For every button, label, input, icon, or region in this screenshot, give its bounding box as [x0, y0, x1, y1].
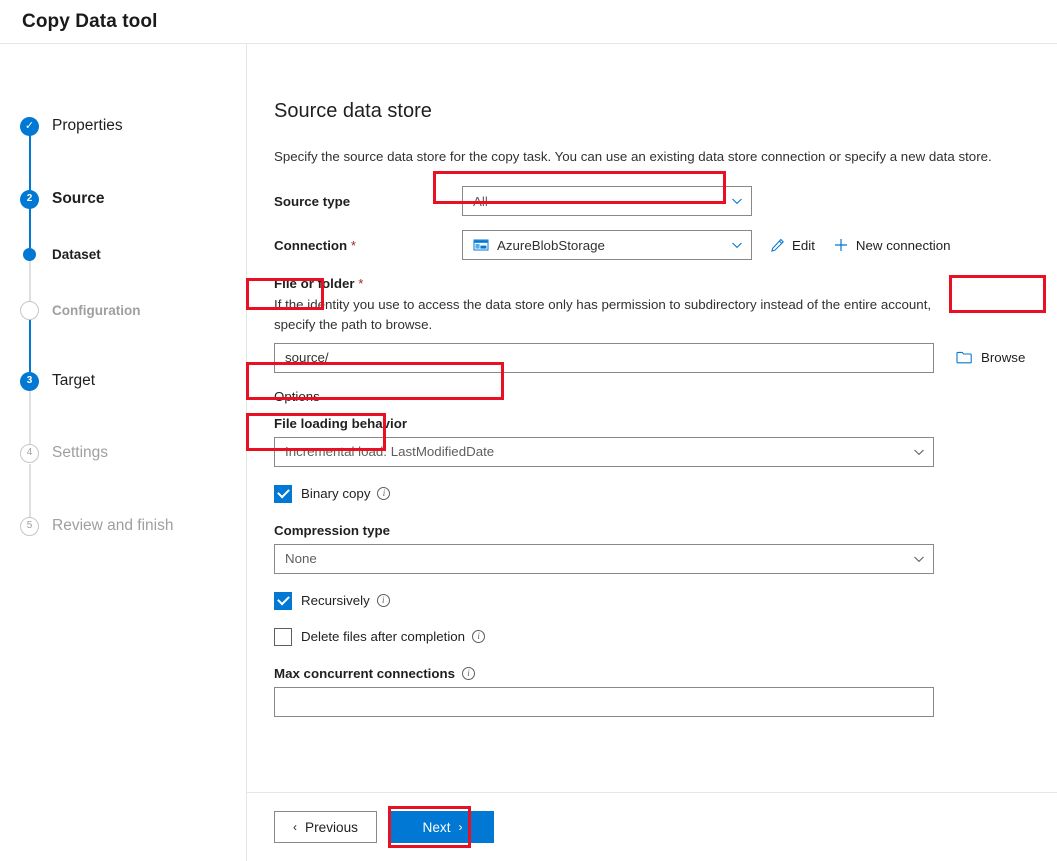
source-type-row: Source type All — [274, 186, 1057, 217]
file-or-folder-row: source/ Browse — [274, 342, 1057, 373]
step-connector-target-settings — [29, 390, 31, 446]
chevron-down-icon — [913, 553, 925, 565]
edit-connection-button[interactable]: Edit — [770, 238, 815, 253]
sidebar-item-settings: 4 Settings — [20, 442, 108, 464]
file-or-folder-value: source/ — [285, 350, 329, 366]
new-connection-label: New connection — [855, 237, 951, 253]
source-type-dropdown[interactable]: All — [462, 186, 752, 217]
main-pane: Source data store Specify the source dat… — [246, 44, 1057, 861]
recursively-row[interactable]: Recursively i — [274, 591, 1057, 610]
edit-connection-label: Edit — [792, 237, 815, 253]
file-loading-behavior-label: File loading behavior — [274, 415, 407, 431]
sidebar-item-label-configuration: Configuration — [52, 302, 141, 318]
info-icon[interactable]: i — [376, 594, 390, 608]
next-button[interactable]: Next › — [391, 811, 494, 843]
step-connector-properties-source — [29, 134, 31, 190]
connection-label-text: Connection — [274, 237, 348, 253]
connection-label: Connection * — [274, 238, 462, 253]
compression-type-label: Compression type — [274, 522, 391, 538]
step-connector-settings-review — [29, 464, 31, 520]
step-number-5: 5 — [20, 516, 39, 536]
sidebar-item-label-source: Source — [52, 190, 105, 207]
window-titlebar: Copy Data tool — [0, 0, 1057, 44]
previous-label: Previous — [305, 819, 358, 835]
file-or-folder-input[interactable]: source/ — [274, 342, 934, 373]
browse-button[interactable]: Browse — [956, 350, 1025, 365]
chevron-right-icon: › — [458, 820, 463, 834]
delete-files-after-completion-row[interactable]: Delete files after completion i — [274, 627, 1057, 646]
dot-icon — [20, 245, 39, 264]
step-connector-configuration-target — [29, 318, 31, 372]
recursively-checkbox[interactable] — [274, 591, 292, 610]
connection-row: Connection * AzureBlobStorage Edit New c… — [274, 230, 1057, 261]
info-icon[interactable]: i — [472, 630, 486, 644]
compression-type-dropdown[interactable]: None — [274, 543, 934, 574]
previous-button[interactable]: ‹ Previous — [274, 811, 377, 843]
sidebar-item-target[interactable]: 3 Target — [20, 370, 95, 392]
sidebar-item-dataset[interactable]: Dataset — [20, 243, 101, 265]
chevron-down-icon — [731, 239, 743, 251]
pencil-icon — [770, 238, 785, 253]
binary-copy-row[interactable]: Binary copy i — [274, 484, 1057, 503]
sidebar-item-properties[interactable]: ✓ Properties — [20, 115, 123, 137]
step-connector-source-dataset — [29, 208, 31, 248]
file-loading-behavior-value: Incremental load: LastModifiedDate — [285, 444, 495, 460]
sidebar-item-review-and-finish: 5 Review and finish — [20, 515, 173, 537]
file-or-folder-help: If the identity you use to access the da… — [274, 297, 932, 332]
chevron-down-icon — [913, 446, 925, 458]
source-type-label: Source type — [274, 193, 351, 209]
source-type-value: All — [473, 193, 488, 209]
step-number-2: 2 — [20, 189, 39, 209]
binary-copy-label: Binary copy — [301, 486, 371, 502]
sidebar-item-label-settings: Settings — [52, 444, 109, 461]
step-number-3: 3 — [20, 371, 39, 391]
connection-required-marker: * — [350, 237, 357, 253]
delete-files-checkbox[interactable] — [274, 627, 292, 646]
source-data-store-form: Source data store Specify the source dat… — [246, 44, 1057, 792]
delete-files-label: Delete files after completion — [301, 629, 466, 645]
compression-type-value: None — [285, 551, 317, 567]
plus-icon — [833, 237, 849, 253]
folder-icon — [956, 350, 973, 365]
azure-blob-storage-icon — [473, 237, 489, 253]
file-or-folder-label-text: File or folder — [274, 276, 355, 292]
max-concurrent-connections-label: Max concurrent connections — [274, 665, 456, 681]
max-concurrent-connections-label-row: Max concurrent connections i — [274, 666, 1057, 681]
sidebar-item-label-dataset: Dataset — [52, 246, 101, 262]
sidebar-item-label-target: Target — [52, 372, 96, 389]
file-or-folder-label: File or folder * — [274, 276, 1057, 291]
sidebar-item-configuration: Configuration — [20, 299, 140, 321]
info-icon[interactable]: i — [462, 666, 476, 680]
app-shell: ✓ Properties 2 Source Dataset Configurat… — [0, 44, 1057, 861]
file-or-folder-required-marker: * — [358, 276, 364, 292]
sidebar-item-source[interactable]: 2 Source — [20, 188, 105, 210]
step-connector-dataset-configuration — [29, 260, 31, 302]
next-button-wrap: Next › — [377, 806, 494, 848]
wizard-steps-rail: ✓ Properties 2 Source Dataset Configurat… — [0, 44, 247, 861]
binary-copy-checkbox[interactable] — [274, 484, 292, 503]
wizard-footer: ‹ Previous Next › — [247, 792, 1057, 861]
check-icon: ✓ — [20, 116, 39, 136]
connection-value: AzureBlobStorage — [497, 237, 605, 253]
chevron-down-icon — [731, 195, 743, 207]
window-title: Copy Data tool — [22, 10, 158, 32]
browse-label: Browse — [981, 350, 1026, 366]
max-concurrent-connections-input[interactable] — [274, 686, 934, 717]
page-title: Source data store — [274, 100, 432, 122]
sidebar-item-label-properties: Properties — [52, 117, 123, 134]
sidebar-item-label-review: Review and finish — [52, 517, 174, 534]
step-number-4: 4 — [20, 443, 39, 463]
next-label: Next — [422, 819, 451, 835]
recursively-label: Recursively — [301, 593, 370, 609]
new-connection-button[interactable]: New connection — [833, 237, 951, 253]
info-icon[interactable]: i — [377, 487, 391, 501]
connection-dropdown[interactable]: AzureBlobStorage — [462, 230, 752, 261]
circle-outline-icon — [20, 300, 39, 320]
options-label: Options — [274, 388, 320, 404]
file-loading-behavior-dropdown[interactable]: Incremental load: LastModifiedDate — [274, 436, 934, 467]
chevron-left-icon: ‹ — [293, 820, 298, 834]
page-description: Specify the source data store for the co… — [274, 149, 992, 164]
